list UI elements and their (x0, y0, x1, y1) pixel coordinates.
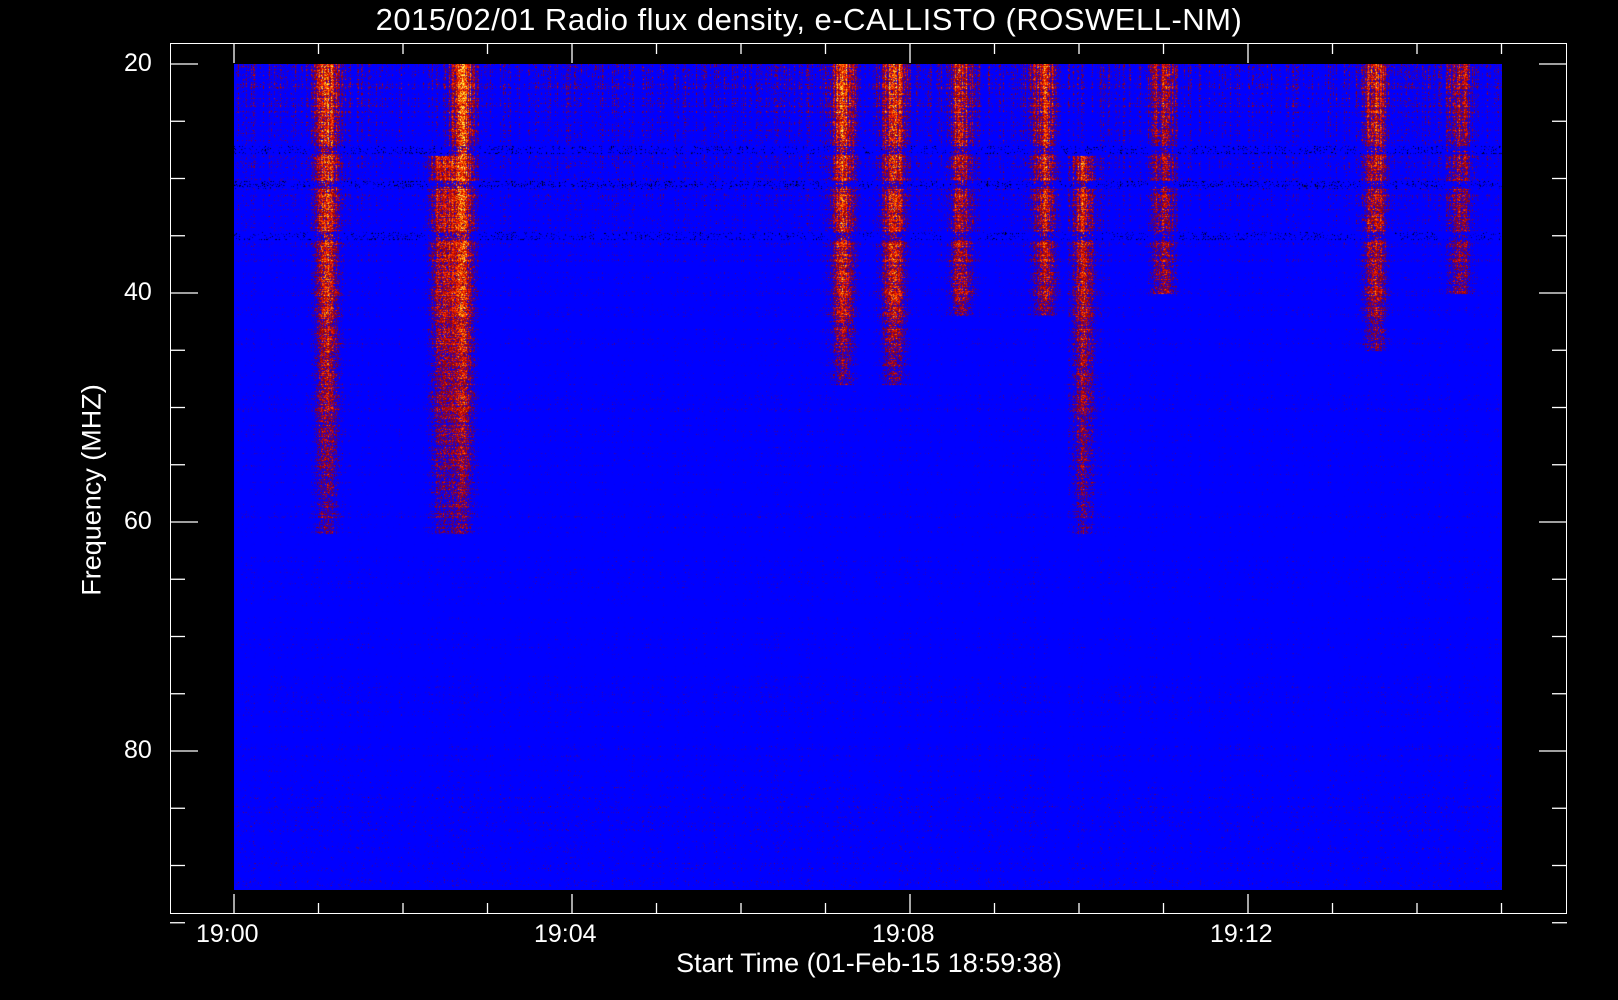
x-tick-label: 19:04 (534, 920, 597, 948)
y-tick-label: 40 (124, 278, 152, 306)
x-tick-label: 19:00 (196, 920, 259, 948)
y-axis-label: Frequency (MHZ) (76, 384, 107, 596)
axis-ticks (170, 43, 1567, 924)
x-axis-label: Start Time (01-Feb-15 18:59:38) (676, 948, 1062, 978)
spectrogram-figure: 2015/02/01 Radio flux density, e-CALLIST… (0, 0, 1618, 1000)
y-tick-label: 60 (124, 507, 152, 535)
y-tick-label: 80 (124, 736, 152, 764)
y-tick-label: 20 (124, 49, 152, 77)
x-tick-label: 19:12 (1210, 920, 1273, 948)
x-tick-label: 19:08 (872, 920, 935, 948)
